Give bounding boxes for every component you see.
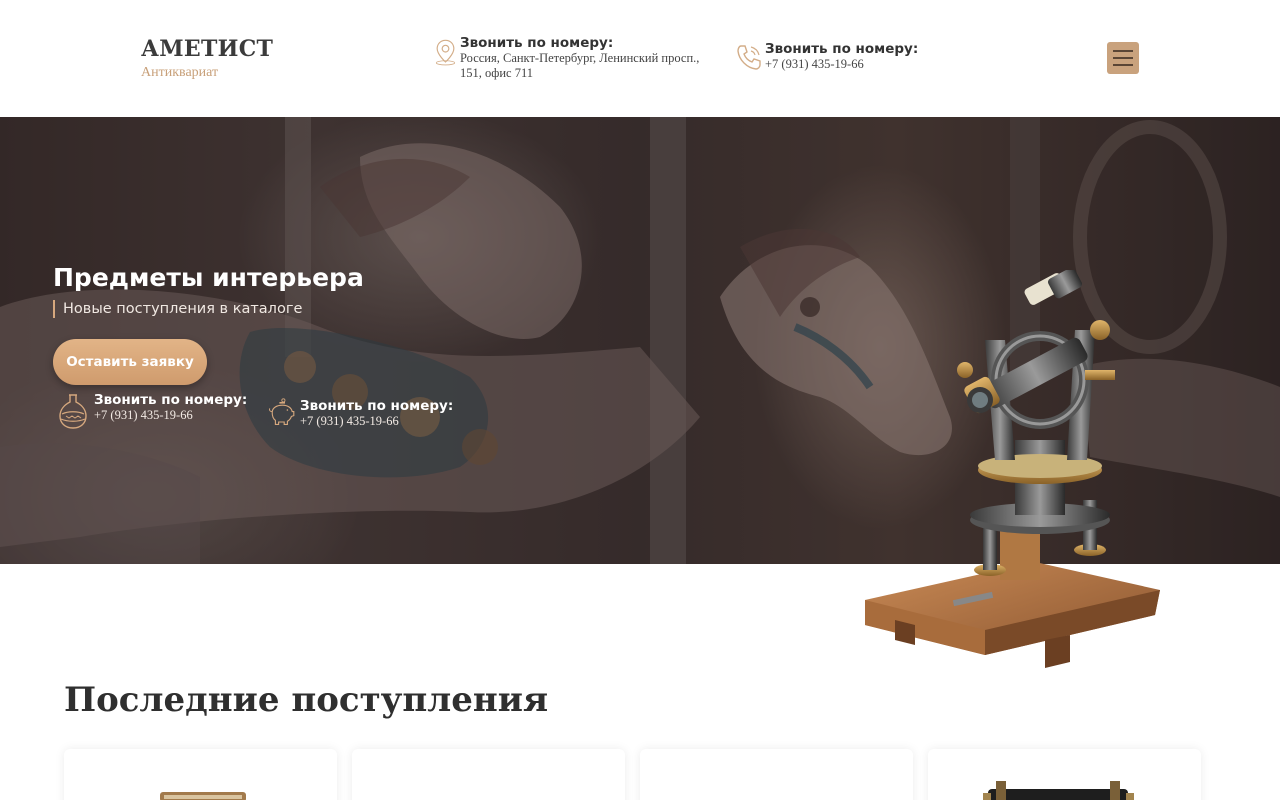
brand-logo[interactable]: АМЕТИСТ Антиквариат	[141, 36, 273, 81]
header-phone[interactable]: Звонить по номеру: +7 (931) 435-19-66	[733, 41, 918, 75]
hero-contact-1-text[interactable]: +7 (931) 435-19-66	[94, 408, 247, 423]
phone-number[interactable]: +7 (931) 435-19-66	[765, 57, 918, 72]
hero-contact-2-text[interactable]: +7 (931) 435-19-66	[300, 414, 453, 429]
product-thumbnail	[983, 781, 1134, 800]
product-card[interactable]	[928, 749, 1201, 800]
hero-title: Предметы интерьера	[53, 263, 364, 292]
phone-icon	[737, 45, 761, 70]
hero-contact-2[interactable]: Звонить по номеру: +7 (931) 435-19-66	[266, 398, 453, 430]
address-title: Звонить по номеру:	[460, 35, 614, 51]
hamburger-menu-icon	[1113, 50, 1133, 52]
brand-name: АМЕТИСТ	[141, 36, 274, 62]
piggy-bank-icon	[269, 398, 295, 425]
address-text: Россия, Санкт-Петербург, Ленинский просп…	[460, 51, 700, 80]
hero-contact-1[interactable]: Звонить по номеру: +7 (931) 435-19-66	[56, 392, 247, 432]
product-card[interactable]	[640, 749, 913, 800]
theodolite-image	[865, 270, 1160, 668]
latest-section-title: Последние поступления	[64, 680, 549, 720]
vase-icon	[59, 394, 87, 429]
request-button[interactable]: Оставить заявку	[53, 339, 207, 385]
hero-subtitle: Новые поступления в каталоге	[53, 300, 302, 318]
hero-contact-2-title: Звонить по номеру:	[300, 398, 454, 414]
menu-button[interactable]	[1107, 42, 1139, 74]
product-card[interactable]	[64, 749, 337, 800]
phone-title: Звонить по номеру:	[765, 41, 919, 57]
site-header: АМЕТИСТ Антиквариат Звонить по номеру: Р…	[0, 0, 1280, 117]
product-card[interactable]	[352, 749, 625, 800]
map-pin-icon	[435, 39, 456, 66]
hero-contact-1-title: Звонить по номеру:	[94, 392, 248, 408]
brand-tagline: Антиквариат	[141, 65, 219, 80]
header-address: Звонить по номеру: Россия, Санкт-Петербу…	[433, 35, 723, 81]
product-thumbnail	[160, 792, 246, 800]
